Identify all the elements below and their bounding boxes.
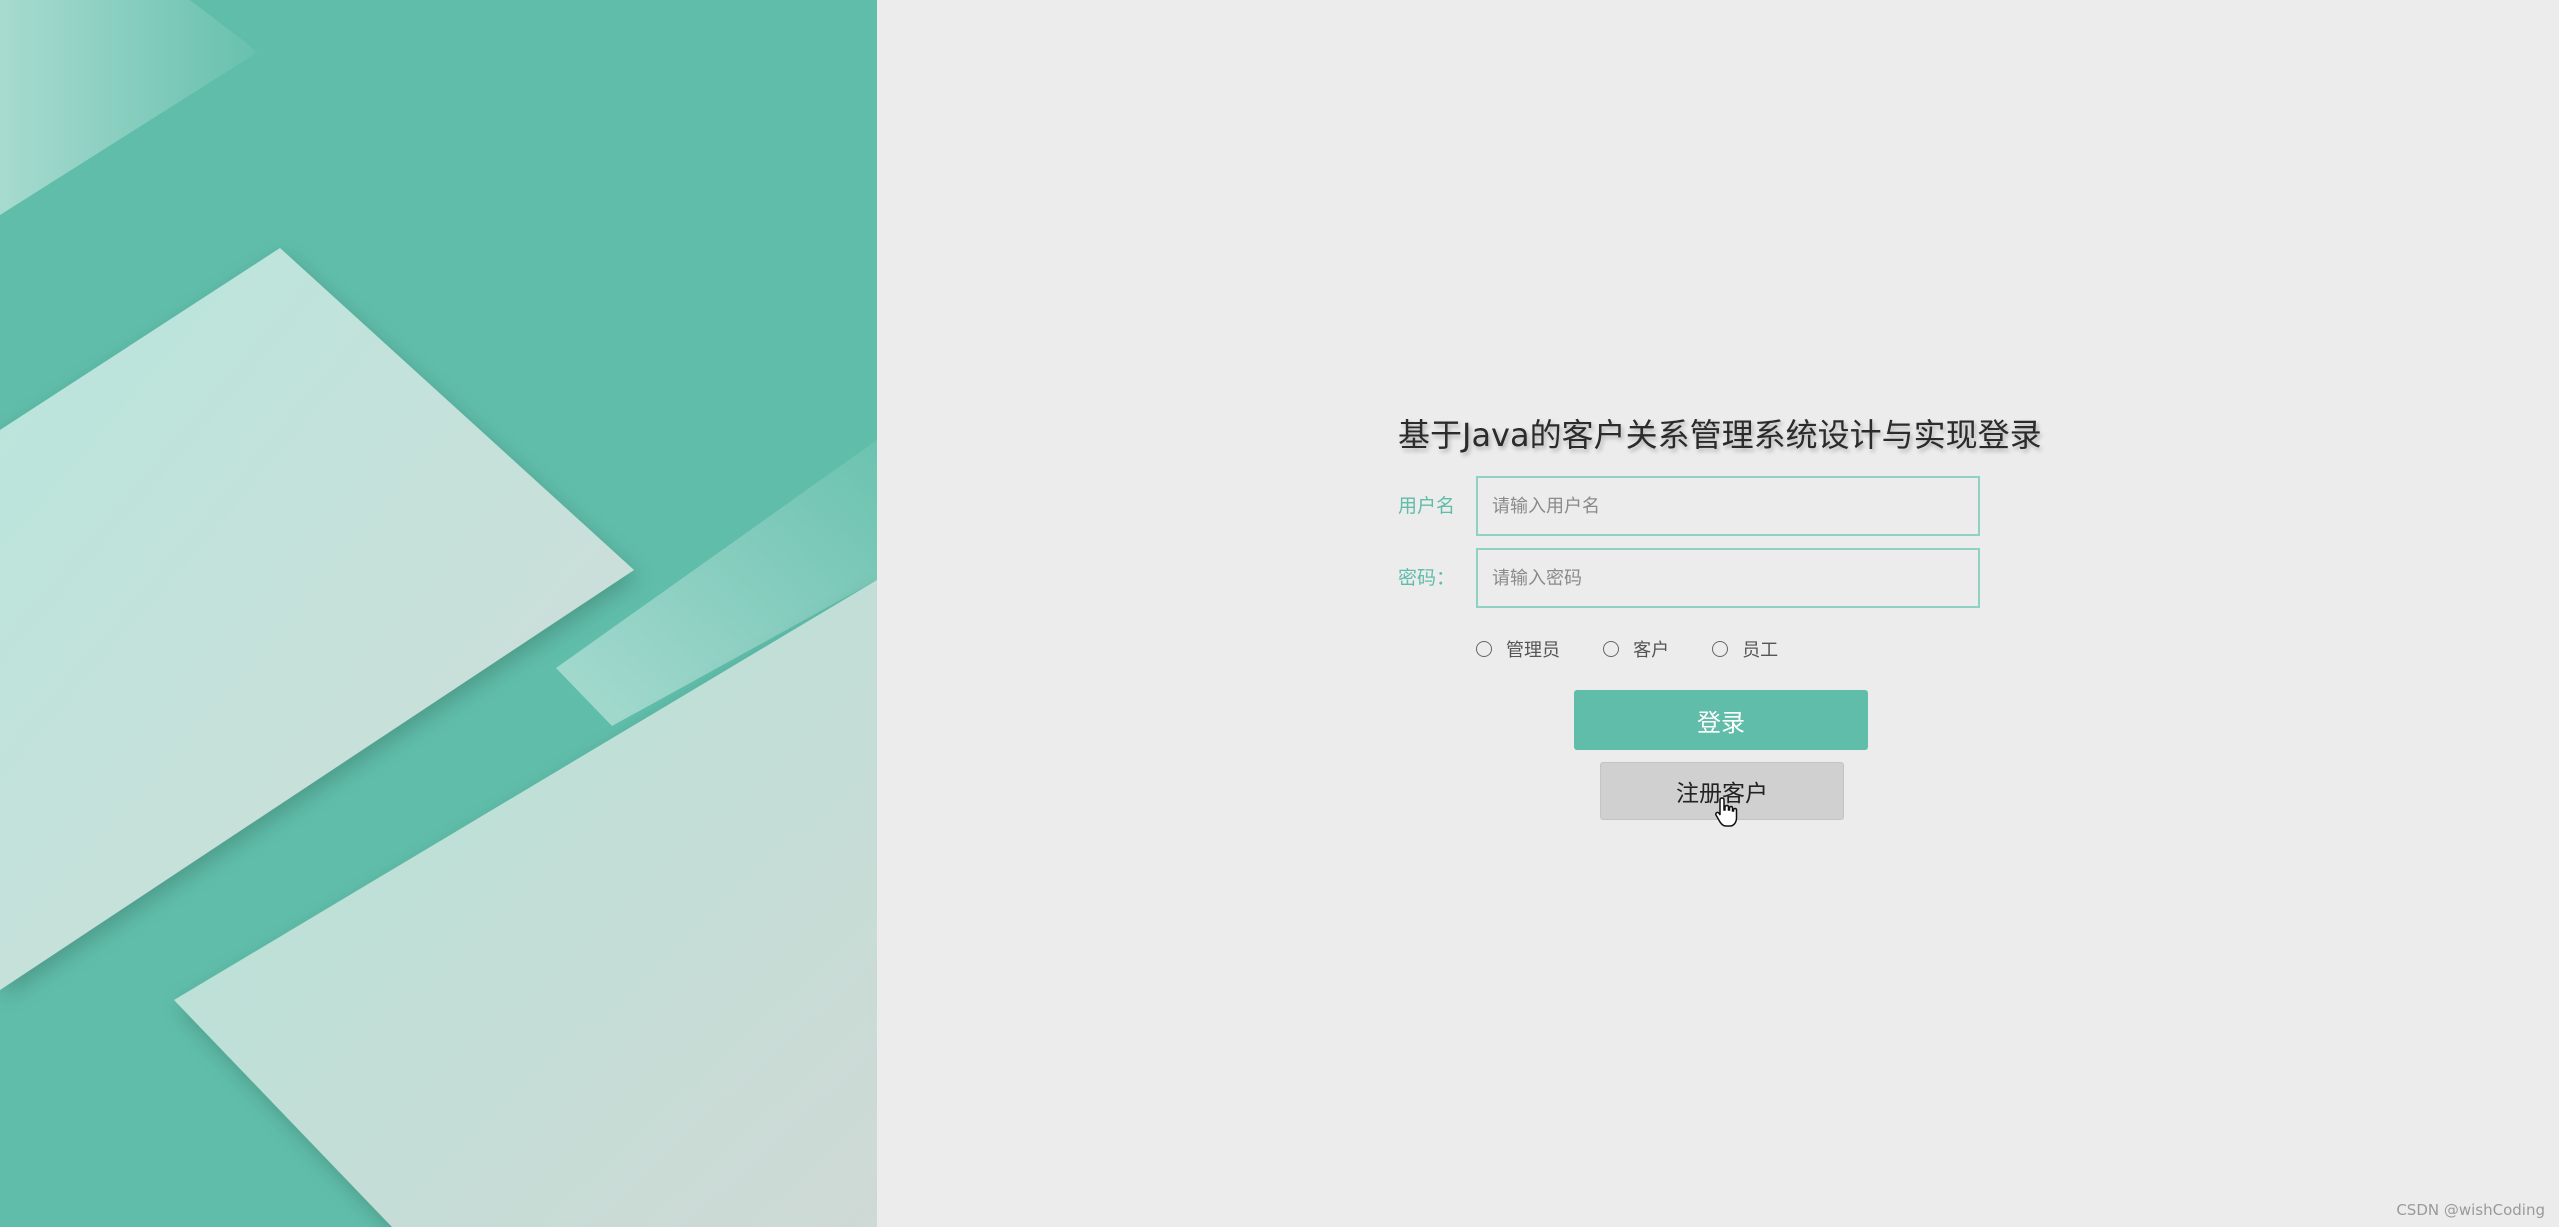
username-row: 用户名 xyxy=(1398,476,2058,536)
page-title: 基于Java的客户关系管理系统设计与实现登录 xyxy=(1398,416,2042,454)
role-option-customer[interactable]: 客户 xyxy=(1603,636,1669,662)
role-label: 客户 xyxy=(1633,640,1670,661)
login-area xyxy=(877,0,2559,1227)
role-selector: 管理员 客户 员工 xyxy=(1476,636,1816,666)
role-label: 管理员 xyxy=(1506,640,1560,661)
role-option-admin[interactable]: 管理员 xyxy=(1476,636,1560,662)
login-page: 基于Java的客户关系管理系统设计与实现登录 用户名 密码： 管理员 客户 员工… xyxy=(0,0,2559,1227)
username-label: 用户名 xyxy=(1398,495,1456,517)
role-option-employee[interactable]: 员工 xyxy=(1712,636,1778,662)
username-input[interactable] xyxy=(1476,476,1980,536)
decorative-shapes xyxy=(0,0,877,1227)
password-row: 密码： xyxy=(1398,548,2058,608)
radio-icon[interactable] xyxy=(1603,641,1620,657)
radio-icon[interactable] xyxy=(1712,641,1729,657)
radio-icon[interactable] xyxy=(1476,641,1492,657)
watermark: CSDN @wishCoding xyxy=(2396,1201,2545,1219)
decorative-background-panel xyxy=(0,0,877,1227)
password-input[interactable] xyxy=(1476,548,1980,608)
role-label: 员工 xyxy=(1742,640,1779,661)
hand-pointer-icon xyxy=(1715,797,1738,827)
decorative-strip-top xyxy=(0,0,258,215)
password-label: 密码： xyxy=(1398,567,1456,589)
login-button[interactable]: 登录 xyxy=(1574,690,1868,750)
